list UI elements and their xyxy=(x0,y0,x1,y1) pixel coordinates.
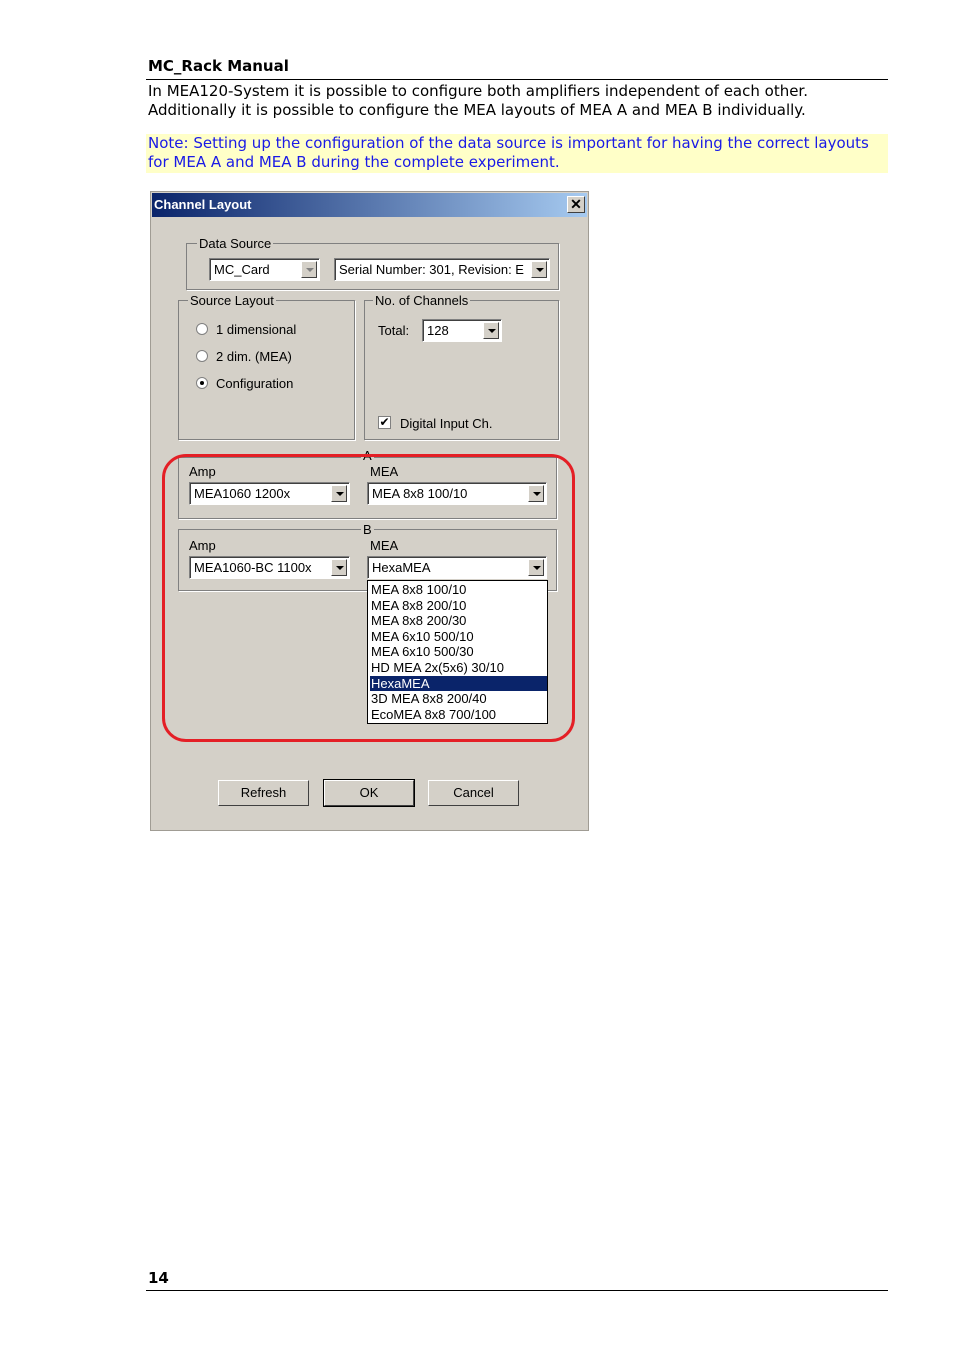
check-icon: ✔ xyxy=(379,415,390,429)
digital-input-checkbox[interactable]: ✔ xyxy=(378,416,391,429)
radio-1-dimensional[interactable] xyxy=(196,323,208,335)
data-source-label: Data Source xyxy=(197,236,274,251)
footer-rule xyxy=(146,1290,888,1291)
serial-combo[interactable]: Serial Number: 301, Revision: E xyxy=(334,258,550,281)
close-icon: ✕ xyxy=(570,196,582,212)
card-combo[interactable]: MC_Card xyxy=(209,258,320,281)
note-line-2: for MEA A and MEA B during the complete … xyxy=(148,153,560,171)
radio-label-configuration: Configuration xyxy=(216,376,294,391)
total-channels-combo[interactable]: 128 xyxy=(422,319,502,342)
close-button[interactable]: ✕ xyxy=(567,196,585,213)
note-line-1: Note: Setting up the configuration of th… xyxy=(148,134,869,152)
page-number: 14 xyxy=(148,1269,169,1287)
cancel-button[interactable]: Cancel xyxy=(428,780,519,806)
header-rule xyxy=(146,79,888,80)
radio-label-2-dim: 2 dim. (MEA) xyxy=(216,349,292,364)
card-combo-arrow-icon[interactable] xyxy=(301,261,317,278)
title-bar: Channel Layout ✕ xyxy=(152,193,587,217)
ok-button[interactable]: OK xyxy=(323,779,415,807)
radio-configuration[interactable] xyxy=(196,377,208,389)
radio-label-1-dimensional: 1 dimensional xyxy=(216,322,297,337)
channel-layout-dialog: Channel Layout ✕ Data Source MC_Card Ser… xyxy=(150,191,589,831)
intro-paragraph: In MEA120-System it is possible to confi… xyxy=(148,82,888,120)
total-channels-value: 128 xyxy=(427,323,449,338)
total-label: Total: xyxy=(378,323,410,338)
intro-line-1: In MEA120-System it is possible to confi… xyxy=(148,82,808,100)
source-layout-label: Source Layout xyxy=(188,293,276,308)
serial-combo-arrow-icon[interactable] xyxy=(531,261,547,278)
highlight-ring xyxy=(162,454,575,742)
intro-line-2: Additionally it is possible to configure… xyxy=(148,101,806,119)
note-box: Note: Setting up the configuration of th… xyxy=(146,134,888,173)
radio-2-dim[interactable] xyxy=(196,350,208,362)
card-value: MC_Card xyxy=(214,262,270,277)
dialog-title: Channel Layout xyxy=(154,197,252,212)
digital-input-label: Digital Input Ch. xyxy=(400,416,493,431)
refresh-button[interactable]: Refresh xyxy=(218,780,309,806)
page-header: MC_Rack Manual xyxy=(148,57,289,75)
channels-label: No. of Channels xyxy=(373,293,471,308)
serial-value: Serial Number: 301, Revision: E xyxy=(339,262,524,277)
source-layout-group xyxy=(178,300,355,440)
total-channels-arrow-icon[interactable] xyxy=(483,322,499,339)
